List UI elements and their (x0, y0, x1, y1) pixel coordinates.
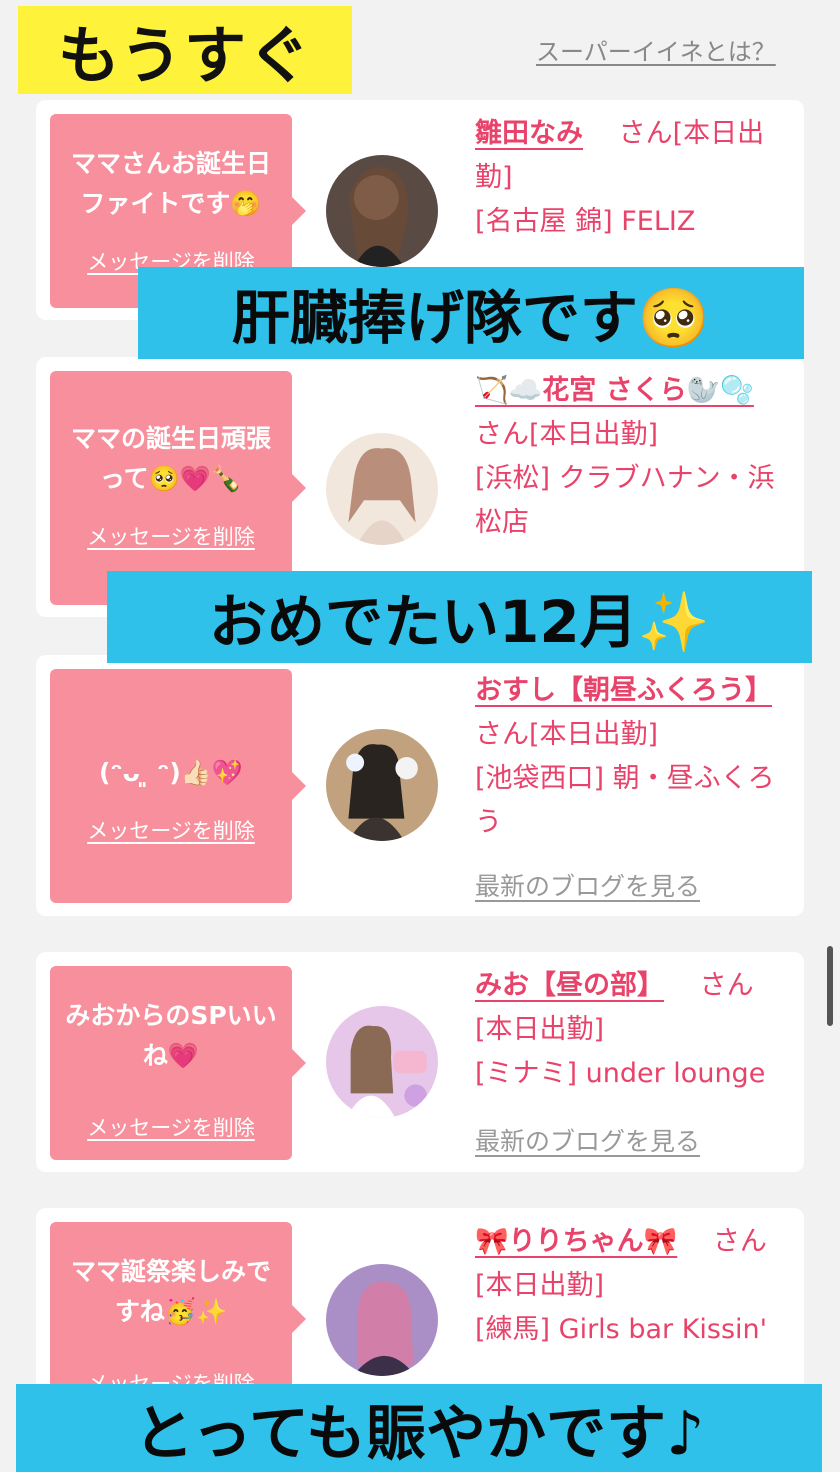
honorific: さん (699, 970, 754, 1001)
message-text: ママさんお誕生日ファイトです🤭 (70, 149, 271, 218)
cast-name-link[interactable]: 雛田なみ (475, 118, 583, 149)
top-banner: もうすぐ (18, 6, 352, 94)
shop-location: [練馬] Girls bar Kissin' (475, 1314, 768, 1345)
cast-info: 🏹☁️花宮 さくら🦭🫧 さん[本日出勤] [浜松] クラブハナン・浜松店 (475, 369, 786, 545)
status-text: [本日出勤] (475, 1014, 605, 1045)
message-bubble: ママの誕生日頑張って🥺💗🍾 メッセージを削除 (50, 371, 306, 605)
status-text: [本日出勤] (529, 419, 659, 450)
avatar[interactable] (326, 729, 438, 841)
message-card: みおからのSPいいね💗 メッセージを削除 みお【昼の部】 さん [本日出勤] [… (36, 952, 804, 1172)
super-like-info-link[interactable]: スーパーイイネとは？ (536, 32, 776, 67)
status-text: [本日出勤] (475, 1270, 605, 1301)
honorific: さん (475, 719, 529, 750)
honorific: さん (618, 118, 673, 149)
message-text: みおからのSPいいね💗 (65, 1001, 277, 1070)
cast-name-link[interactable]: みお【昼の部】 (475, 970, 664, 1001)
caption-overlay: とっても賑やかです♪ (16, 1384, 822, 1472)
avatar[interactable] (326, 433, 438, 545)
delete-message-link[interactable]: メッセージを削除 (50, 811, 292, 851)
latest-blog-link[interactable]: 最新のブログを見る (475, 1122, 700, 1158)
cast-info: 🎀りりちゃん🎀 さん [本日出勤] [練馬] Girls bar Kissin' (475, 1220, 786, 1352)
caption-overlay: 肝臓捧げ隊です🥺 (138, 267, 804, 359)
caption-overlay: おめでたい12月✨ (107, 571, 812, 663)
caption-text: 肝臓捧げ隊です🥺 (231, 284, 711, 352)
message-text: ママの誕生日頑張って🥺💗🍾 (70, 424, 271, 493)
message-card: (ᵔᴗ ͈ ᵔ)👍🏻💖 メッセージを削除 おすし【朝昼ふくろう】 さん[本日出勤… (36, 655, 804, 916)
status-text: [本日出勤] (529, 719, 659, 750)
avatar[interactable] (326, 1006, 438, 1118)
message-text: (ᵔᴗ ͈ ᵔ)👍🏻💖 (98, 758, 244, 787)
message-bubble: みおからのSPいいね💗 メッセージを削除 (50, 966, 306, 1160)
latest-blog-link[interactable]: 最新のブログを見る (475, 867, 700, 903)
cast-info: みお【昼の部】 さん [本日出勤] [ミナミ] under lounge (475, 964, 786, 1096)
shop-location: [池袋西口] 朝・昼ふくろう (475, 763, 775, 838)
shop-location: [ミナミ] under lounge (475, 1058, 766, 1089)
cast-name-link[interactable]: 🏹☁️花宮 さくら🦭🫧 (475, 375, 754, 406)
cast-info: おすし【朝昼ふくろう】 さん[本日出勤] [池袋西口] 朝・昼ふくろう (475, 669, 786, 845)
message-bubble: (ᵔᴗ ͈ ᵔ)👍🏻💖 メッセージを削除 (50, 669, 306, 903)
caption-text: とっても賑やかです♪ (133, 1398, 705, 1469)
honorific: さん (712, 1226, 767, 1257)
cast-info: 雛田なみ さん[本日出勤] [名古屋 錦] FELIZ (475, 112, 786, 244)
scrollbar[interactable] (827, 946, 833, 1026)
shop-location: [名古屋 錦] FELIZ (475, 206, 696, 237)
avatar[interactable] (326, 1264, 438, 1376)
cast-name-link[interactable]: おすし【朝昼ふくろう】 (475, 675, 772, 706)
delete-message-link[interactable]: メッセージを削除 (50, 1108, 292, 1148)
message-text: ママ誕祭楽しみですね🥳✨ (70, 1257, 271, 1326)
caption-text: おめでたい12月✨ (209, 588, 710, 656)
honorific: さん (475, 419, 529, 450)
delete-message-link[interactable]: メッセージを削除 (50, 517, 292, 557)
top-banner-text: もうすぐ (57, 19, 313, 92)
cast-name-link[interactable]: 🎀りりちゃん🎀 (475, 1226, 677, 1257)
shop-location: [浜松] クラブハナン・浜松店 (475, 463, 775, 538)
avatar[interactable] (326, 155, 438, 267)
